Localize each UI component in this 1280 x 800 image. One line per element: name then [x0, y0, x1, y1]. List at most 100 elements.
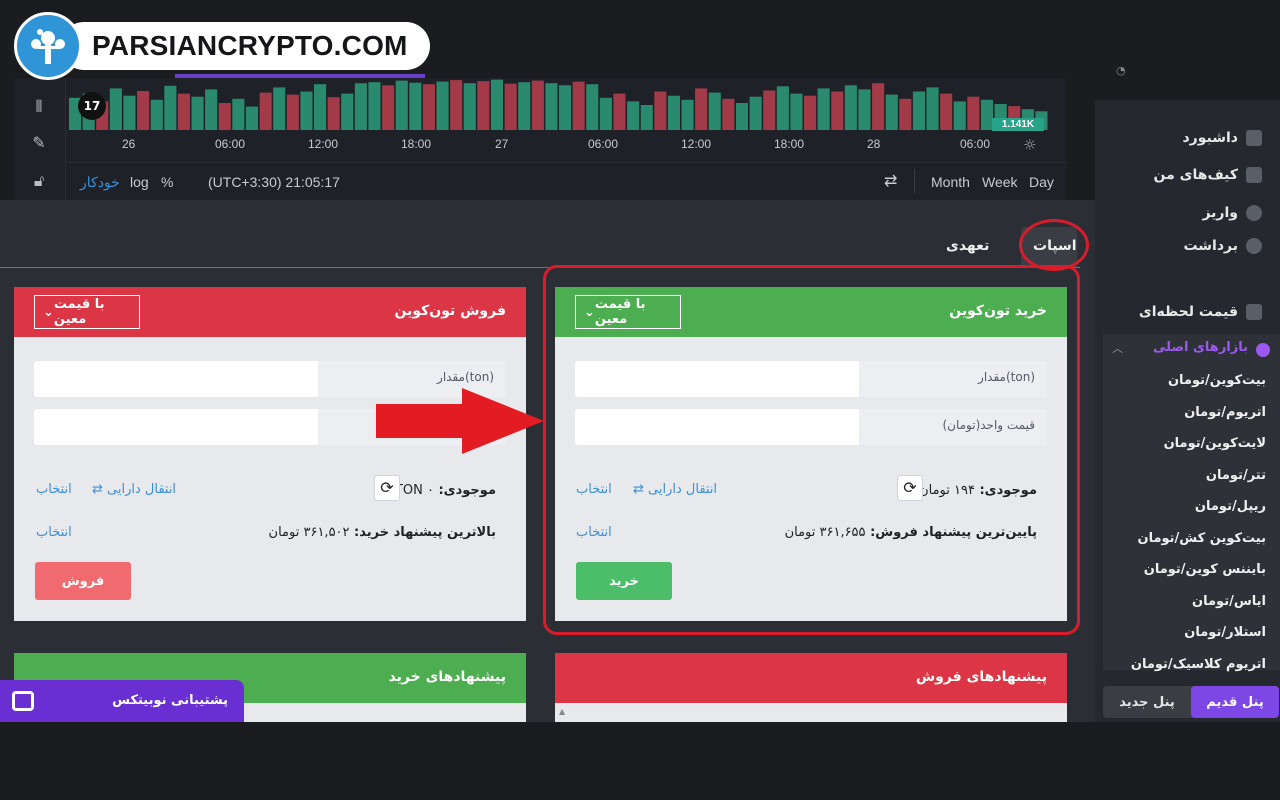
sell-refresh-button[interactable]: ⟳: [374, 475, 400, 501]
tool-pattern-icon[interactable]: ⫴: [28, 96, 50, 118]
volume-bar: [627, 101, 640, 130]
sell-offers-title: پیشنهادهای فروش: [915, 669, 1047, 685]
sell-price-input[interactable]: [34, 409, 316, 445]
buy-offers-title: پیشنهادهای خرید: [388, 669, 506, 685]
market-item[interactable]: تتر/تومان: [1206, 468, 1266, 483]
tool-lock-icon[interactable]: 🔓︎: [28, 170, 50, 192]
volume-bar: [395, 80, 408, 130]
volume-bar: [123, 95, 136, 130]
volume-bar: [477, 81, 490, 130]
volume-bar: [858, 89, 871, 130]
sell-transfer-link[interactable]: ⇄ انتقال دارایی: [92, 482, 176, 497]
tradingview-logo: 17: [78, 92, 106, 120]
sidebar-item-wallets[interactable]: کیف‌های من: [1154, 167, 1262, 183]
sidebar-item-label: داشبورد: [1182, 130, 1239, 146]
volume-bar: [504, 83, 517, 130]
x-tick-label: 28: [867, 137, 881, 151]
volume-bar: [640, 105, 653, 130]
volume-bar: [749, 96, 762, 130]
x-tick-label: 06:00: [588, 137, 619, 151]
volume-bar: [545, 83, 558, 130]
x-tick-label: 27: [495, 137, 509, 151]
percent-toggle[interactable]: %: [161, 174, 173, 190]
x-tick-label: 06:00: [960, 137, 991, 151]
volume-bar: [354, 83, 367, 130]
sell-amount-input[interactable]: [34, 361, 316, 397]
sidebar-item-withdraw[interactable]: برداشت: [1183, 238, 1262, 254]
volume-bar: [450, 80, 463, 130]
dashboard-icon: [1246, 130, 1262, 146]
volume-bar: [872, 83, 885, 130]
volume-bar: [940, 93, 953, 130]
range-month[interactable]: Month: [931, 174, 970, 190]
x-tick-label: 18:00: [401, 137, 432, 151]
volume-bar: [559, 85, 572, 130]
user-icon[interactable]: ◔: [1116, 64, 1128, 77]
volume-bar: [259, 92, 272, 130]
auto-scale-toggle[interactable]: خودکار: [80, 174, 120, 191]
volume-bar: [490, 79, 503, 130]
theme-sun-icon[interactable]: ☼: [1023, 136, 1036, 154]
volume-bar: [763, 90, 776, 130]
sell-transfer-label: انتقال دارایی: [107, 482, 177, 497]
volume-bar: [722, 98, 735, 130]
volume-bar: [150, 99, 163, 130]
sell-order-type-chevron-icon: ⌄: [43, 304, 54, 320]
x-tick-label: 18:00: [774, 137, 805, 151]
range-day[interactable]: Day: [1029, 174, 1054, 190]
sidebar-item-label: کیف‌های من: [1153, 167, 1238, 183]
footer-divider: [914, 169, 915, 193]
market-item[interactable]: بایننس کوین/تومان: [1144, 562, 1266, 577]
sell-order-type-select[interactable]: ⌄ با قیمت معین: [34, 295, 140, 329]
market-item[interactable]: لایت‌کوین/تومان: [1164, 436, 1266, 451]
volume-bar: [314, 84, 327, 130]
compare-icon[interactable]: ⇄: [884, 171, 897, 191]
x-tick-label: 26: [122, 137, 136, 151]
market-item[interactable]: ایاس/تومان: [1192, 594, 1266, 609]
volume-bar: [695, 88, 708, 130]
sell-button[interactable]: فروش: [35, 562, 131, 600]
market-item[interactable]: اتریوم/تومان: [1184, 405, 1266, 420]
market-item[interactable]: استلار/تومان: [1184, 625, 1266, 640]
panel-old-button[interactable]: پنل قدیم: [1191, 686, 1279, 718]
volume-bar: [518, 82, 531, 130]
volume-bar: [409, 82, 422, 130]
chart-time: (UTC+3:30) 21:05:17: [208, 174, 340, 190]
scroll-up-icon[interactable]: ▲: [559, 707, 565, 716]
volume-bar: [137, 91, 150, 130]
sidebar-item-deposit[interactable]: واریز: [1202, 205, 1262, 221]
wallet-icon: [1246, 167, 1262, 183]
market-item[interactable]: اتریوم کلاسیک/تومان: [1131, 657, 1266, 672]
volume-bar: [245, 106, 258, 130]
bottom-bar: [0, 722, 1280, 800]
volume-bar: [232, 98, 245, 130]
volume-bar: [613, 93, 626, 130]
volume-bar: [817, 88, 830, 130]
sidebar-item-dashboard[interactable]: داشبورد: [1182, 130, 1262, 146]
market-item[interactable]: بیت‌کوین کش/تومان: [1137, 531, 1266, 546]
sell-select-link-2[interactable]: انتخاب: [36, 525, 72, 540]
tool-pencil-icon[interactable]: ✎: [28, 132, 50, 154]
market-item[interactable]: ریپل/تومان: [1195, 499, 1266, 514]
markets-header[interactable]: بازارهای اصلی: [1153, 340, 1248, 355]
volume-bar: [191, 96, 204, 130]
volume-bar: [776, 86, 789, 130]
log-toggle[interactable]: log: [130, 174, 149, 190]
sell-balance-label: موجودی:: [438, 483, 496, 498]
volume-bar: [286, 94, 299, 130]
sell-select-link[interactable]: انتخاب: [36, 482, 72, 497]
support-button[interactable]: پشتیبانی نوبیتکس: [0, 680, 244, 722]
highlight-oval: [1019, 219, 1089, 271]
market-item[interactable]: بیت‌کوین/تومان: [1168, 373, 1266, 388]
sidebar-item-label: واریز: [1202, 205, 1238, 221]
chat-icon: [12, 691, 34, 711]
sidebar-item-live-price[interactable]: قیمت لحظه‌ای: [1139, 304, 1262, 320]
volume-bar: [341, 93, 354, 130]
chevron-up-icon[interactable]: ︿: [1112, 340, 1123, 356]
volume-bar: [804, 95, 817, 130]
markets-icon: [1256, 343, 1270, 357]
tab-margin[interactable]: تعهدی: [946, 238, 989, 254]
range-week[interactable]: Week: [982, 174, 1018, 190]
volume-bar: [463, 83, 476, 130]
panel-new-button[interactable]: پنل جدید: [1103, 686, 1191, 718]
